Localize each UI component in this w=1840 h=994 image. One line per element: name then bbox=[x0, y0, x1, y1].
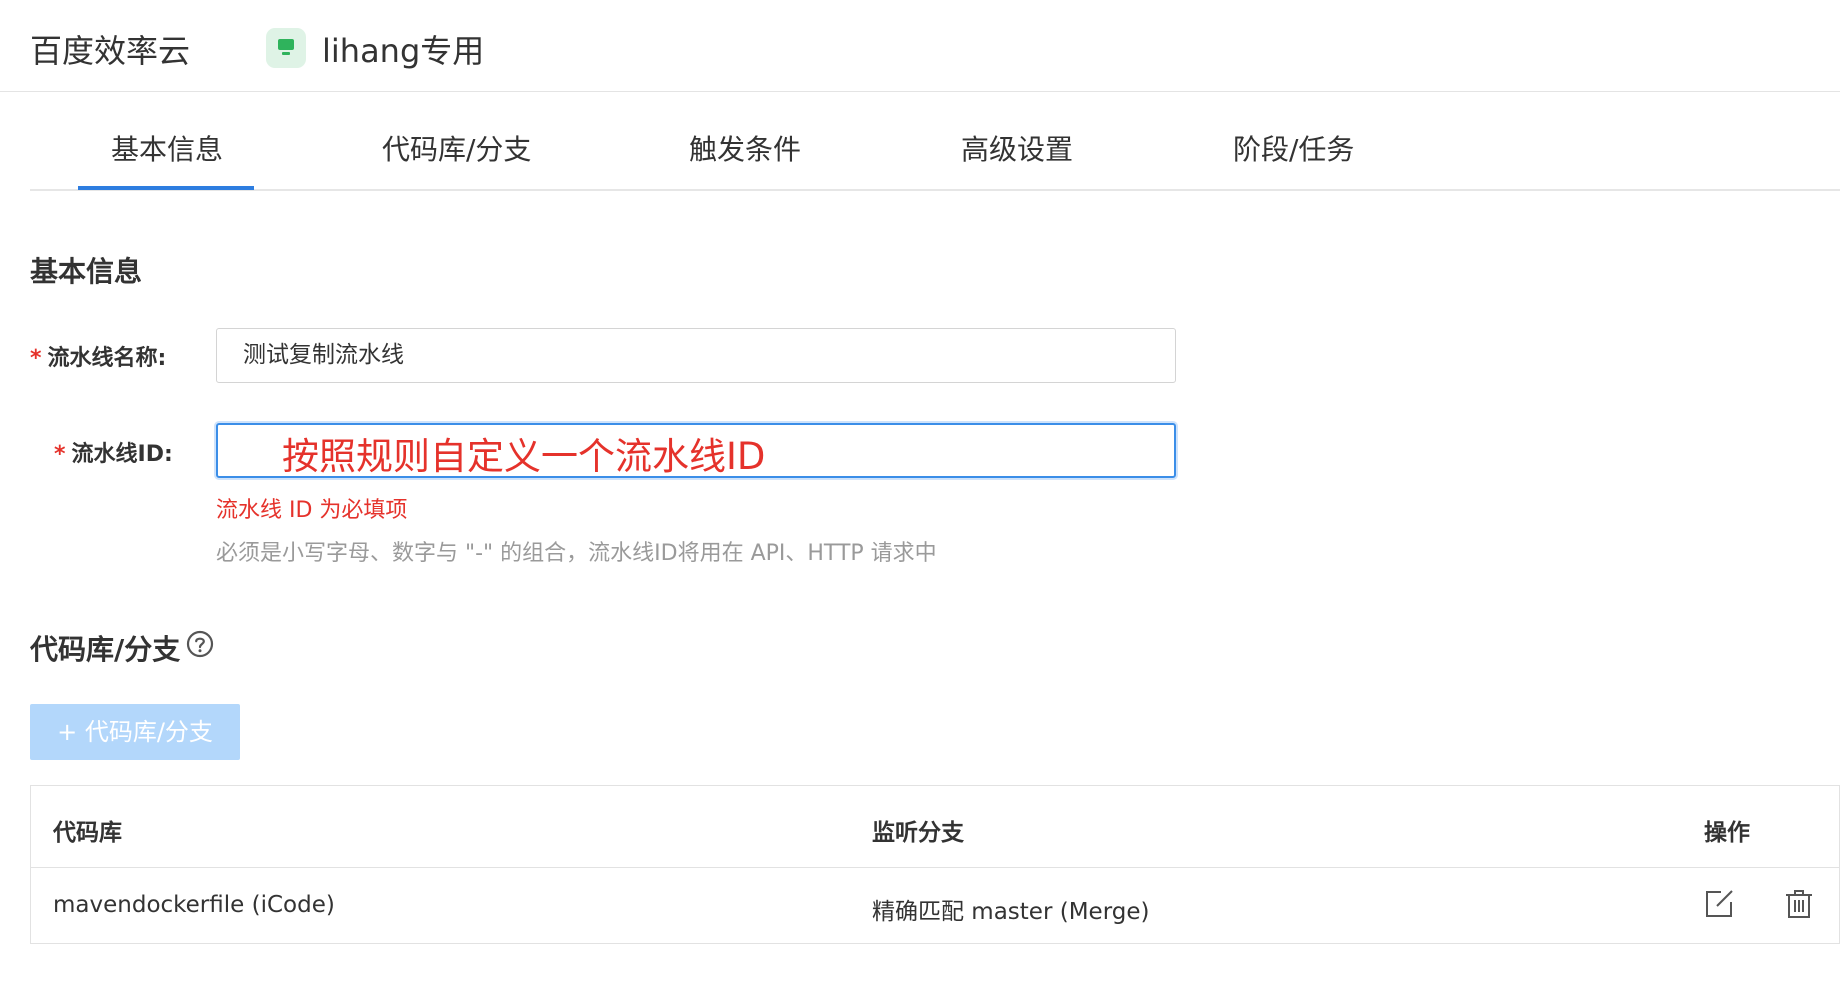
basic-info-title: 基本信息 bbox=[30, 255, 143, 288]
required-mark: * bbox=[30, 346, 42, 371]
tab-stages-tasks[interactable]: 阶段/任务 bbox=[1233, 128, 1354, 168]
column-header-repo: 代码库 bbox=[53, 820, 122, 846]
pipeline-id-hint: 必须是小写字母、数字与 "-" 的组合，流水线ID将用在 API、HTTP 请求… bbox=[216, 541, 937, 566]
table-cell-branch: 精确匹配 master (Merge) bbox=[872, 899, 1150, 925]
required-mark: * bbox=[54, 442, 66, 467]
edit-icon[interactable] bbox=[1703, 888, 1735, 920]
top-bar: 百度效率云 lihang专用 bbox=[0, 0, 1840, 92]
tab-repo-branch[interactable]: 代码库/分支 bbox=[382, 128, 531, 168]
repo-section-title: 代码库/分支 bbox=[30, 633, 181, 666]
pipeline-id-label-text: 流水线ID: bbox=[71, 442, 173, 467]
trash-icon[interactable] bbox=[1783, 888, 1815, 920]
pipeline-name-label-text: 流水线名称: bbox=[47, 346, 167, 371]
pipeline-id-label: * 流水线ID: bbox=[54, 436, 173, 468]
tab-basic-info[interactable]: 基本信息 bbox=[111, 128, 223, 168]
table-cell-repo: mavendockerfile (iCode) bbox=[53, 892, 335, 918]
workspace-name[interactable]: lihang专用 bbox=[322, 26, 484, 72]
column-header-actions: 操作 bbox=[1704, 820, 1750, 846]
tab-trigger-conditions[interactable]: 触发条件 bbox=[689, 128, 801, 168]
pipeline-id-annotation: 按照规则自定义一个流水线ID bbox=[282, 435, 766, 478]
question-circle-icon[interactable] bbox=[186, 630, 214, 658]
table-header: 代码库 监听分支 操作 bbox=[31, 786, 1839, 868]
monitor-icon bbox=[266, 28, 306, 68]
pipeline-name-input[interactable]: 测试复制流水线 bbox=[216, 328, 1176, 383]
pipeline-name-label: * 流水线名称: bbox=[30, 340, 166, 372]
repo-table: 代码库 监听分支 操作 mavendockerfile (iCode) 精确匹配… bbox=[30, 785, 1840, 944]
add-repo-branch-button[interactable]: + 代码库/分支 bbox=[30, 704, 240, 760]
active-tab-indicator bbox=[78, 186, 254, 190]
column-header-branch: 监听分支 bbox=[872, 820, 964, 846]
pipeline-id-error: 流水线 ID 为必填项 bbox=[216, 498, 408, 523]
tab-advanced-settings[interactable]: 高级设置 bbox=[961, 128, 1073, 168]
tab-bar: 基本信息 代码库/分支 触发条件 高级设置 阶段/任务 bbox=[30, 92, 1840, 191]
brand-title[interactable]: 百度效率云 bbox=[30, 26, 190, 72]
